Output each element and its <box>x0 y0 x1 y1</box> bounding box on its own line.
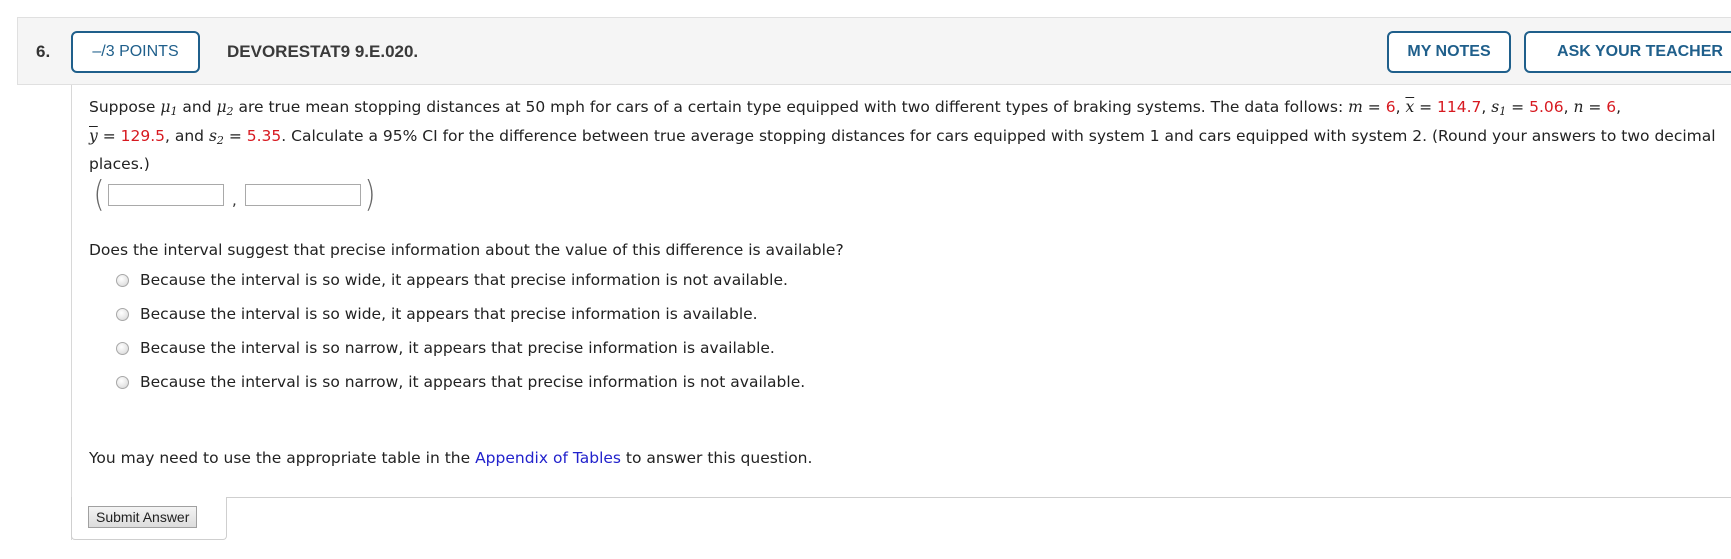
xbar-value: 114.7 <box>1437 98 1482 116</box>
confidence-interval-inputs: ( , ) <box>92 176 377 214</box>
ybar-value: 129.5 <box>120 126 165 145</box>
appendix-of-tables-link[interactable]: Appendix of Tables <box>475 449 621 467</box>
equals: = <box>223 126 247 145</box>
lower-bound-input[interactable] <box>108 184 225 206</box>
option-label: Because the interval is so wide, it appe… <box>140 271 788 289</box>
equals: = <box>1362 98 1386 116</box>
question-id: DEVORESTAT9 9.E.020. <box>227 42 419 61</box>
radio-button[interactable] <box>116 341 129 355</box>
mc-option[interactable]: Because the interval is so wide, it appe… <box>116 297 805 331</box>
ybar-label: y <box>89 126 98 145</box>
s2-subscript: 2 <box>216 133 224 147</box>
submit-answer-button[interactable]: Submit Answer <box>88 506 198 528</box>
open-paren: ( <box>93 174 105 215</box>
s1-value: 5.06 <box>1529 98 1564 116</box>
m-value: 6 <box>1385 98 1396 116</box>
radio-button[interactable] <box>116 307 129 321</box>
s2-value: 5.35 <box>246 126 282 145</box>
prompt-text: are true mean stopping distances at 50 m… <box>233 98 1349 116</box>
mu2-subscript: 2 <box>226 105 234 118</box>
m-label: m <box>1348 98 1363 116</box>
radio-button[interactable] <box>116 273 129 287</box>
option-label: Because the interval is so wide, it appe… <box>140 305 758 323</box>
mu-symbol: μ1 <box>160 98 177 117</box>
option-label: Because the interval is so narrow, it ap… <box>140 339 775 357</box>
question-header: 6. –/3 POINTS DEVORESTAT9 9.E.020. MY NO… <box>17 17 1731 85</box>
ask-your-teacher-button[interactable]: ASK YOUR TEACHER <box>1524 31 1731 73</box>
s-char: s <box>208 126 217 145</box>
mc-option[interactable]: Because the interval is so narrow, it ap… <box>116 365 805 399</box>
appendix-note: You may need to use the appropriate tabl… <box>89 449 812 467</box>
question-prompt: Suppose μ1 and μ2 are true mean stopping… <box>89 98 1716 174</box>
close-paren: ) <box>364 174 376 215</box>
xbar-label: x <box>1405 98 1415 116</box>
prompt-text: and <box>177 98 217 116</box>
radio-button[interactable] <box>116 375 129 389</box>
upper-bound-input[interactable] <box>244 184 361 206</box>
appendix-text: to answer this question. <box>621 449 813 467</box>
divider-line <box>226 497 1731 498</box>
option-label: Because the interval is so narrow, it ap… <box>140 373 806 391</box>
mc-question: Does the interval suggest that precise i… <box>89 241 844 259</box>
equals: = <box>1583 98 1607 116</box>
points-button[interactable]: –/3 POINTS <box>71 31 200 73</box>
question-number: 6. <box>36 42 51 61</box>
s2-label: s2 <box>208 126 224 147</box>
equals: = <box>1414 98 1438 116</box>
appendix-text: You may need to use the appropriate tabl… <box>89 449 476 467</box>
n-label: n <box>1573 98 1584 116</box>
mc-option[interactable]: Because the interval is so narrow, it ap… <box>116 331 805 365</box>
mu-symbol: μ2 <box>216 98 234 118</box>
equals: = <box>1506 98 1530 116</box>
mu-char: μ <box>160 98 171 116</box>
n-value: 6 <box>1606 98 1617 116</box>
prompt-text: , and <box>164 126 209 145</box>
mc-option[interactable]: Because the interval is so wide, it appe… <box>116 263 805 297</box>
prompt-text: Suppose <box>89 98 161 116</box>
separator: , <box>232 191 237 209</box>
s1-label: s1 <box>1491 98 1506 117</box>
my-notes-button[interactable]: MY NOTES <box>1387 31 1511 73</box>
mc-options: Because the interval is so wide, it appe… <box>116 263 805 399</box>
equals: = <box>97 126 121 145</box>
mu-char: μ <box>216 98 227 116</box>
prompt-text: . Calculate a 95% CI for the difference … <box>89 126 1716 174</box>
